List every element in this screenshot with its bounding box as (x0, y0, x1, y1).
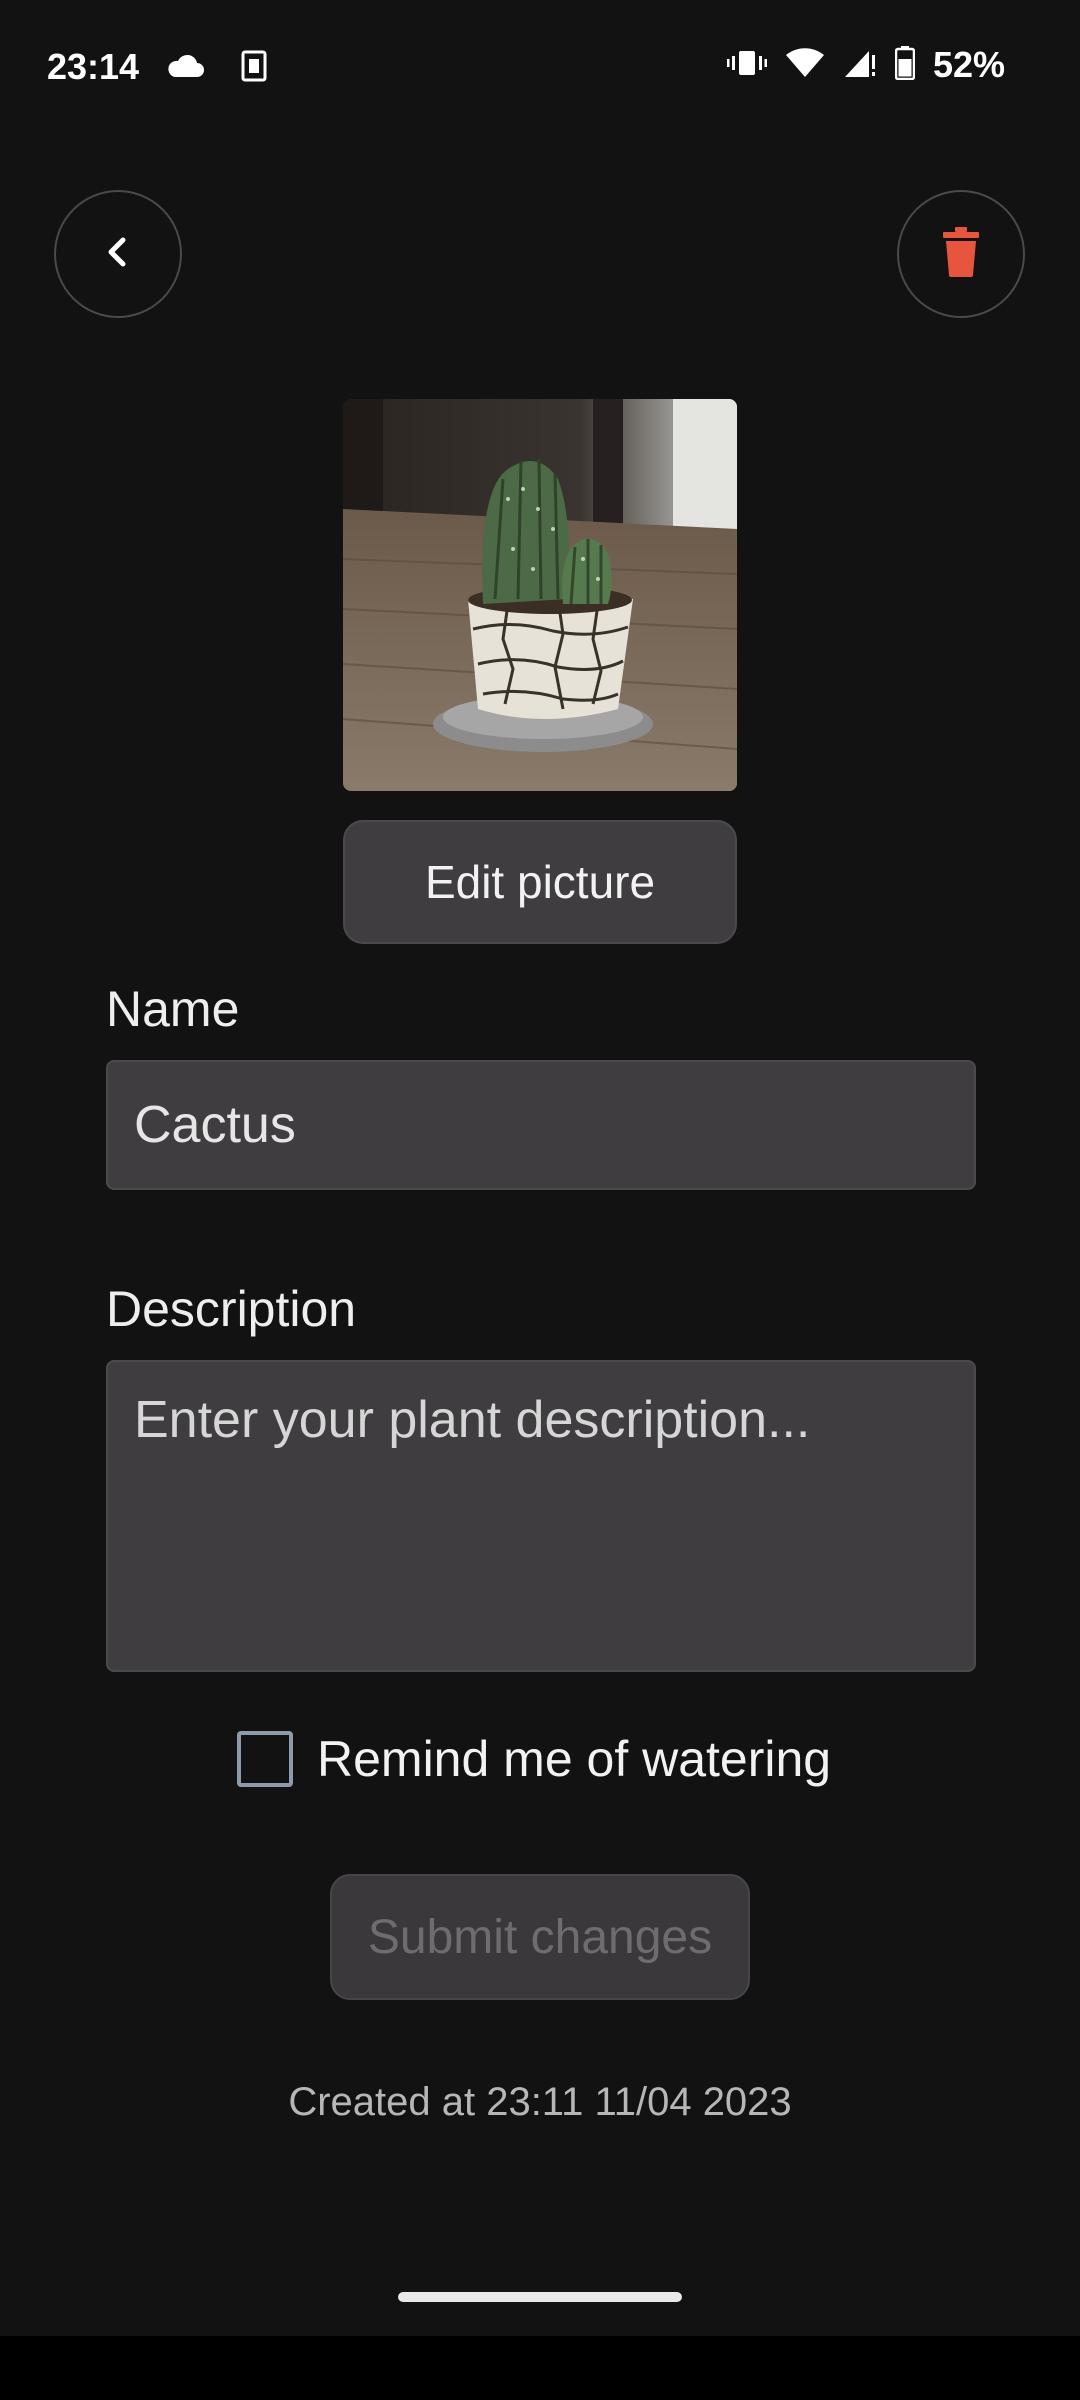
remind-watering-checkbox[interactable] (237, 1731, 293, 1787)
name-label: Name (106, 981, 240, 1037)
description-label: Description (106, 1281, 357, 1337)
battery-icon (894, 45, 916, 85)
plant-photo (343, 399, 737, 791)
remind-watering-label[interactable]: Remind me of watering (317, 1730, 831, 1788)
edit-picture-button[interactable]: Edit picture (343, 820, 737, 944)
name-input[interactable] (106, 1060, 976, 1190)
back-button[interactable] (54, 190, 182, 318)
submit-changes-button[interactable]: Submit changes (330, 1874, 750, 2000)
description-input[interactable] (106, 1360, 976, 1672)
status-left-icons (165, 50, 267, 87)
signal-icon (843, 47, 877, 84)
chevron-left-icon (103, 232, 133, 277)
remind-watering-row[interactable]: Remind me of watering (237, 1730, 831, 1788)
battery-percentage: 52% (932, 44, 1005, 85)
created-at-text: Created at 23:11 11/04 2023 (288, 2080, 792, 2124)
navigation-bar (0, 2336, 1080, 2400)
vibrate-icon (726, 48, 767, 83)
sim-card-icon (241, 50, 267, 87)
home-gesture-handle[interactable] (398, 2292, 682, 2302)
wifi-icon (785, 47, 825, 84)
status-bar: 23:14 52% (0, 0, 1080, 136)
delete-button[interactable] (897, 190, 1025, 318)
status-right: 52% (726, 44, 1005, 86)
cloud-icon (165, 53, 205, 84)
trash-icon (941, 226, 981, 282)
status-time: 23:14 (47, 46, 140, 87)
